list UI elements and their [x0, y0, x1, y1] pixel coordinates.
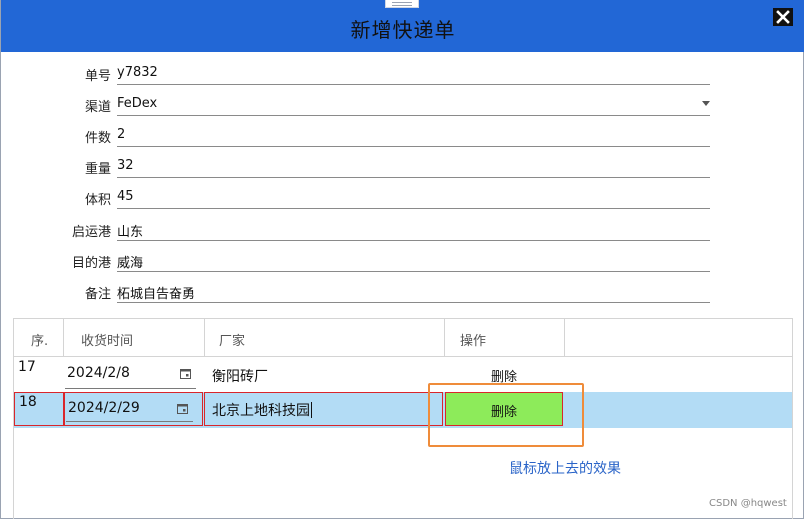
- table-row-selected[interactable]: 18 2024/2/29 北京上地科技园 删除: [14, 392, 792, 428]
- date-picker[interactable]: 2024/2/29: [64, 392, 203, 426]
- row-index: 18: [14, 392, 64, 426]
- order-no-label: 单号: [84, 69, 111, 84]
- destination-port-label: 目的港: [71, 256, 111, 271]
- volume-input[interactable]: 45: [117, 183, 710, 209]
- volume-label: 体积: [84, 193, 111, 208]
- dialog-title: 新增快递单: [350, 18, 456, 42]
- factory-cell[interactable]: 衡阳砖厂: [212, 357, 445, 393]
- pieces-input[interactable]: 2: [117, 121, 710, 147]
- date-value: 2024/2/8: [67, 365, 130, 381]
- drag-grip-icon[interactable]: [385, 0, 419, 8]
- close-icon: [774, 9, 792, 25]
- date-value: 2024/2/29: [68, 400, 140, 416]
- column-header-factory[interactable]: 厂家: [205, 319, 445, 357]
- table-row[interactable]: 17 2024/2/8 衡阳砖厂 删除: [14, 357, 792, 393]
- column-header-date[interactable]: 收货时间: [64, 319, 205, 357]
- remark-label: 备注: [84, 287, 111, 302]
- dropdown-arrow-icon[interactable]: [702, 101, 710, 106]
- origin-port-label: 启运港: [71, 225, 111, 240]
- column-header-index[interactable]: 序.: [14, 319, 64, 357]
- weight-label: 重量: [84, 162, 111, 177]
- factory-value: 北京上地科技园: [212, 403, 310, 419]
- channel-selected-value: FeDex: [117, 96, 158, 111]
- pieces-label: 件数: [84, 131, 111, 146]
- weight-input[interactable]: 32: [117, 152, 710, 178]
- date-underline: [66, 421, 193, 422]
- factory-input[interactable]: 北京上地科技园: [204, 392, 443, 426]
- column-header-action[interactable]: 操作: [445, 319, 565, 357]
- field-row-volume: 体积 45: [1, 183, 804, 211]
- field-row-destination-port: 目的港 威海: [1, 246, 804, 274]
- field-row-order-no: 单号 y7832: [1, 59, 804, 87]
- watermark: CSDN @hqwest: [709, 498, 787, 509]
- annotation-highlight-box: [428, 383, 584, 447]
- channel-label: 渠道: [84, 100, 111, 115]
- date-picker[interactable]: 2024/2/8: [64, 357, 205, 393]
- text-caret: [311, 402, 312, 418]
- field-row-channel: 渠道 FeDex: [1, 90, 804, 118]
- channel-select[interactable]: FeDex: [117, 90, 710, 116]
- close-button[interactable]: [773, 8, 793, 26]
- order-grid: 序. 收货时间 厂家 操作 17 2024/2/8 衡阳砖厂 删除 18 202…: [13, 318, 793, 519]
- calendar-icon[interactable]: [177, 403, 188, 414]
- row-index: 17: [18, 359, 36, 375]
- field-row-pieces: 件数 2: [1, 121, 804, 149]
- order-no-input[interactable]: y7832: [117, 59, 710, 85]
- title-bar[interactable]: 新增快递单: [1, 0, 804, 52]
- remark-input[interactable]: 柘城自告奋勇: [117, 277, 710, 303]
- field-row-remark: 备注 柘城自告奋勇: [1, 277, 804, 305]
- dialog-window: 新增快递单 单号 y7832 渠道 FeDex 件数 2 重量 32 体积 45…: [0, 0, 804, 519]
- calendar-icon[interactable]: [180, 368, 191, 379]
- grid-header: 序. 收货时间 厂家 操作: [14, 319, 792, 357]
- destination-port-input[interactable]: 威海: [117, 246, 710, 272]
- field-row-origin-port: 启运港 山东: [1, 215, 804, 243]
- date-underline: [65, 388, 196, 389]
- field-row-weight: 重量 32: [1, 152, 804, 180]
- annotation-text: 鼠标放上去的效果: [509, 461, 621, 477]
- origin-port-input[interactable]: 山东: [117, 215, 710, 241]
